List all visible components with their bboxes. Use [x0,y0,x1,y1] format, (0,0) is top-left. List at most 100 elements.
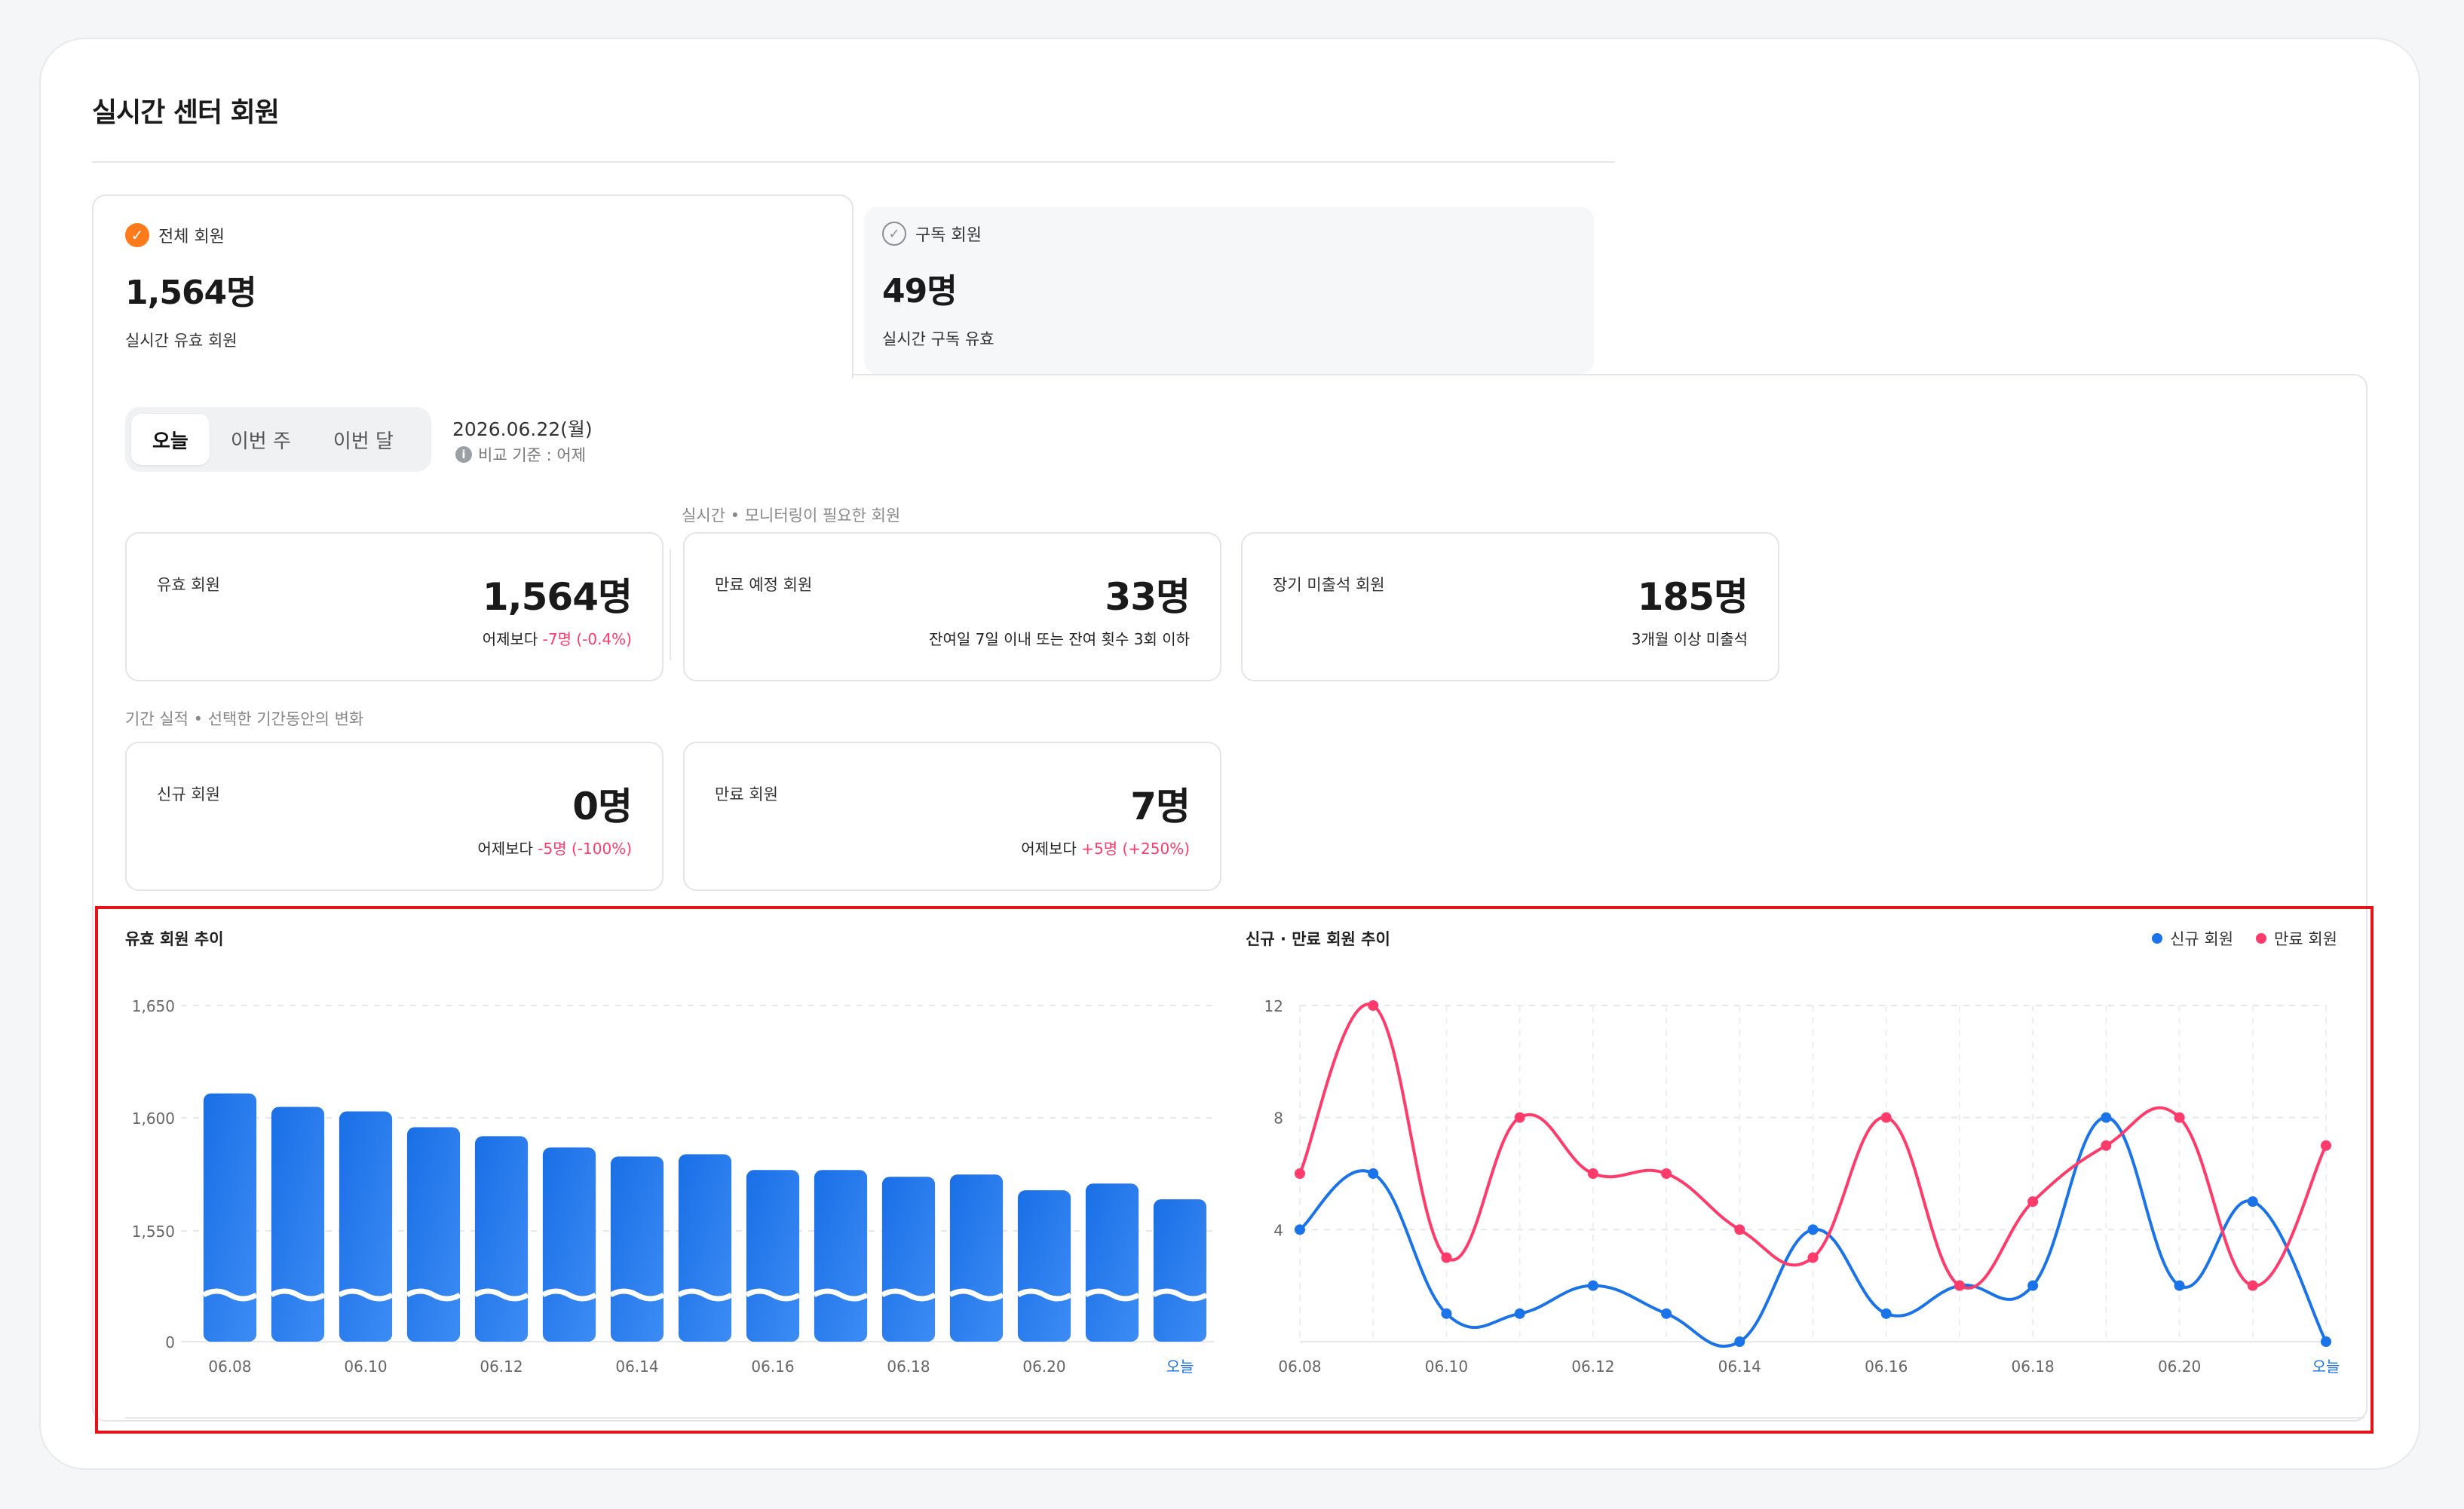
stat-note-prefix: 어제보다 [482,630,543,648]
bar [814,1170,868,1342]
x-tick-label: 06.18 [887,1357,930,1376]
stat-label: 만료 회원 [715,785,778,803]
page-title: 실시간 센터 회원 [92,97,280,128]
bar [474,1136,529,1342]
point-expired [1441,1252,1452,1263]
bar [542,1147,596,1342]
stat-note-prefix: 어제보다 [1021,840,1082,858]
y-tick-label: 0 [165,1333,175,1351]
stat-label: 장기 미출석 회원 [1273,576,1385,594]
stat-value: 0명 [572,785,633,828]
stat-note: 어제보다 -5명 (-100%) [477,837,632,859]
legend-item-expired: 만료 회원 [2256,927,2337,950]
point-new [1514,1308,1525,1319]
stat-note: 3개월 이상 미출석 [1631,630,1748,648]
point-expired [1661,1168,1672,1179]
x-tick-label: 06.20 [1022,1357,1065,1376]
point-expired [2247,1280,2258,1291]
stat-card-new[interactable]: 신규 회원 0명 어제보다 -5명 (-100%) [125,742,664,891]
legend-label: 신규 회원 [2170,930,2234,948]
period-today-button[interactable]: 오늘 [131,414,210,465]
section-realtime-label: 실시간 • 모니터링이 필요한 회원 [682,507,901,525]
stat-change: -5명 (-100%) [538,840,632,858]
stat-label: 유효 회원 [157,576,220,594]
point-new [1734,1336,1745,1347]
section-period-label: 기간 실적 • 선택한 기간동안의 변화 [125,710,364,728]
tab-subscription-sub: 실시간 구독 유효 [882,330,994,348]
x-tick-label: 06.18 [2012,1357,2055,1376]
stat-value: 33명 [1105,575,1191,619]
chart-bottom-divider [125,1417,2364,1419]
current-date: 2026.06.22(월) [452,418,593,440]
point-new [1441,1308,1452,1319]
period-week-button[interactable]: 이번 주 [210,414,312,465]
tab-subscription-value: 49명 [882,272,958,311]
x-tick-label: 06.12 [480,1357,523,1376]
x-tick-label: 06.16 [751,1357,794,1376]
tab-all-members-header: ✓ 전체 회원 [125,223,225,247]
x-tick-label: 06.16 [1865,1357,1908,1376]
point-new [1587,1280,1598,1291]
line-chart: 4 8 12 06.08 06.10 06.12 06.14 06.16 06.18 06.20 오… [1264,997,2340,1376]
point-new [1368,1168,1379,1179]
bar [1085,1183,1139,1342]
x-tick-label: 오늘 [1166,1357,1194,1376]
point-new [2174,1280,2185,1291]
bar [1153,1199,1207,1342]
x-tick-label: 06.14 [1718,1357,1761,1376]
bar-chart: 0 1,550 1,600 1,650 06.08 06.10 06.12 06.14 06.1… [132,997,1214,1376]
stat-card-absent[interactable]: 장기 미출석 회원 185명 3개월 이상 미출석 [1241,532,1779,681]
check-circle-outline-icon: ✓ [882,222,906,246]
bar [949,1174,1004,1342]
tab-subscription-header: ✓ 구독 회원 [882,222,982,246]
y-tick-label: 8 [1273,1110,1283,1128]
stat-change: +5명 (+250%) [1081,840,1190,858]
tab-subscription-members[interactable]: ✓ 구독 회원 49명 실시간 구독 유효 [864,207,1594,374]
period-month-button[interactable]: 이번 달 [312,414,415,465]
stat-note: 잔여일 7일 이내 또는 잔여 횟수 3회 이하 [929,630,1190,648]
point-new [2027,1280,2039,1291]
point-new [1880,1308,1892,1319]
tab-all-members[interactable]: ✓ 전체 회원 1,564명 실시간 유효 회원 [92,194,854,378]
point-new [2247,1196,2258,1208]
point-expired [1880,1112,1892,1123]
stat-card-expiring[interactable]: 만료 예정 회원 33명 잔여일 7일 이내 또는 잔여 횟수 3회 이하 [683,532,1221,681]
point-new [1807,1224,1819,1235]
point-expired [2321,1140,2331,1151]
y-tick-label: 1,650 [132,997,175,1015]
point-new [1661,1308,1672,1319]
stat-card-expired[interactable]: 만료 회원 7명 어제보다 +5명 (+250%) [683,742,1221,891]
x-tick-label: 06.08 [1278,1357,1321,1376]
x-tick-label: 06.20 [2158,1357,2201,1376]
bar [610,1156,664,1342]
bar [678,1154,732,1342]
bar [203,1093,257,1342]
stat-card-valid[interactable]: 유효 회원 1,564명 어제보다 -7명 (-0.4%) [125,532,664,681]
info-icon: i [455,446,472,463]
bar [881,1177,936,1342]
point-expired [2174,1112,2185,1123]
x-tick-label: 06.10 [1425,1357,1468,1376]
point-expired [1734,1224,1745,1235]
tab-subscription-label: 구독 회원 [915,226,982,245]
stat-label: 신규 회원 [157,785,220,803]
tab-all-members-sub: 실시간 유효 회원 [125,332,238,350]
point-expired [1295,1168,1305,1179]
point-expired [2027,1196,2039,1208]
point-expired [1807,1252,1819,1263]
point-expired [1587,1168,1598,1179]
point-new [2101,1112,2112,1123]
bar [746,1170,800,1342]
x-tick-label: 06.10 [344,1357,387,1376]
y-tick-label: 1,550 [132,1223,175,1241]
bar [1017,1190,1071,1342]
x-tick-label: 06.14 [615,1357,658,1376]
line-chart-legend: 신규 회원 만료 회원 [2152,927,2337,950]
bar [339,1111,393,1342]
title-divider [92,161,1615,163]
stat-value: 7명 [1130,785,1191,828]
stat-note: 어제보다 +5명 (+250%) [1021,837,1190,859]
line-chart-title: 신규 · 만료 회원 추이 [1246,930,1390,948]
tab-all-members-value: 1,564명 [125,274,257,312]
compare-basis: i 비교 기준 : 어제 [455,443,586,466]
